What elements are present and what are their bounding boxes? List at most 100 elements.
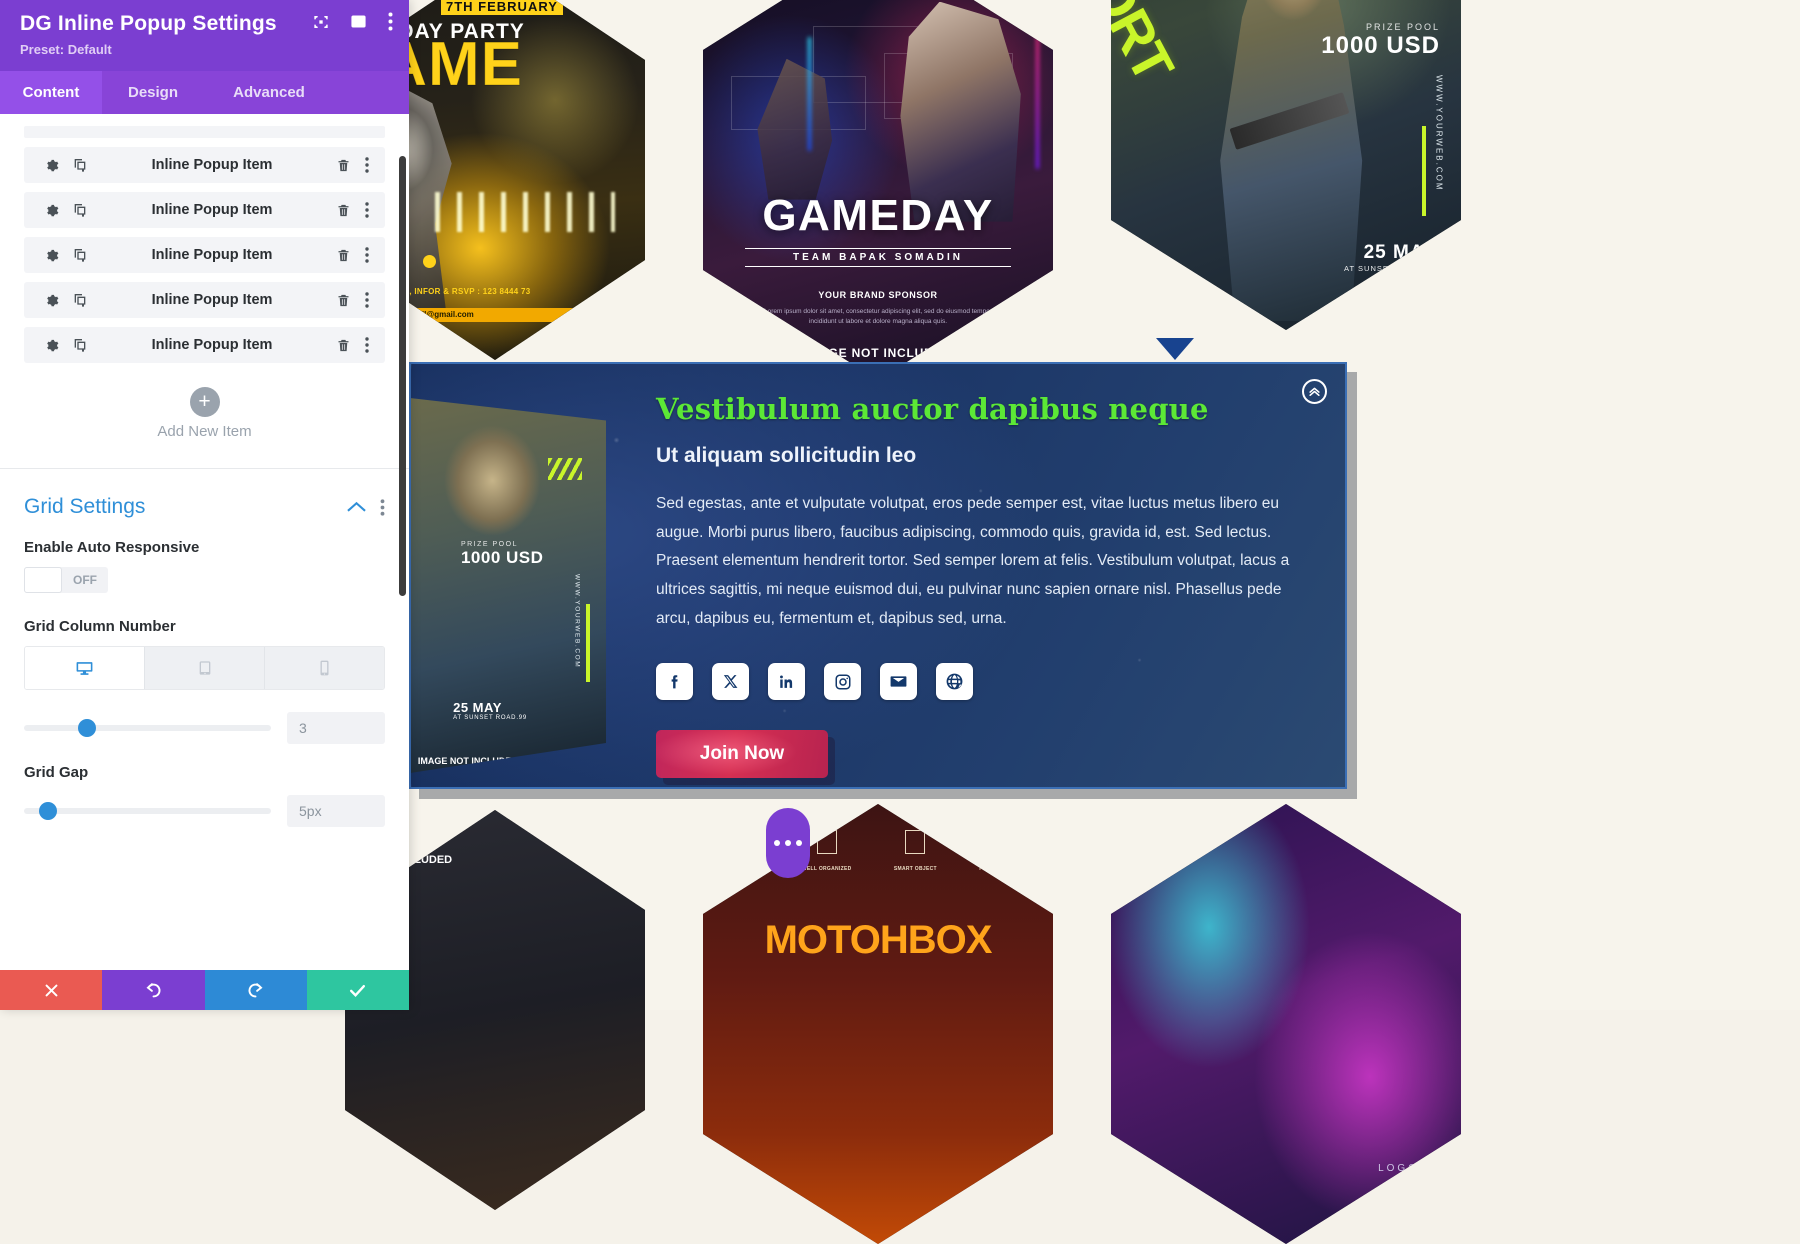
popup-social-links xyxy=(656,663,1305,700)
feature-label: SMART OBJECT xyxy=(894,866,937,872)
header-icon-group xyxy=(313,12,393,31)
poster-title: GAMEDAY xyxy=(703,191,1053,241)
poster-gameday[interactable]: BAPAK KENTANG GAMEDAY TEAM BAPAK SOMADIN… xyxy=(703,0,1053,380)
sidebar-action-bar xyxy=(0,970,409,1010)
auto-responsive-toggle[interactable]: OFF xyxy=(24,567,108,593)
poster-neon[interactable]: LOGO xyxy=(1111,804,1461,1244)
add-new-item-button[interactable]: + Add New Item xyxy=(0,387,409,440)
trash-icon[interactable] xyxy=(330,293,357,308)
save-button[interactable] xyxy=(307,970,409,1010)
gear-icon[interactable] xyxy=(37,157,66,174)
gear-icon[interactable] xyxy=(37,202,66,219)
email-icon[interactable] xyxy=(880,663,917,700)
device-tab-tablet[interactable] xyxy=(145,647,265,689)
duplicate-icon[interactable] xyxy=(66,247,94,263)
inline-popup-panel[interactable]: PRIZE POOL 1000 USD WWW.YOURWEB.COM 25 M… xyxy=(409,362,1347,789)
linkedin-icon[interactable] xyxy=(768,663,805,700)
sidebar-scroll-area: Inline Popup Item Inline Popup Item xyxy=(0,114,409,970)
event-date: 25 MAY xyxy=(1344,242,1436,264)
undo-button[interactable] xyxy=(102,970,204,1010)
popup-feature-image: PRIZE POOL 1000 USD WWW.YOURWEB.COM 25 M… xyxy=(410,398,606,773)
sidebar-tabs: Content Design Advanced xyxy=(0,71,409,114)
list-item-label: Inline Popup Item xyxy=(94,292,330,308)
gear-icon[interactable] xyxy=(37,337,66,354)
focus-icon[interactable] xyxy=(313,14,329,30)
scrollbar-thumb[interactable] xyxy=(399,156,406,596)
trash-icon[interactable] xyxy=(330,203,357,218)
list-item[interactable]: Inline Popup Item xyxy=(24,327,385,363)
trash-icon[interactable] xyxy=(330,158,357,173)
x-twitter-icon[interactable] xyxy=(712,663,749,700)
dot xyxy=(774,840,780,846)
kebab-menu-icon[interactable] xyxy=(366,499,385,516)
website-globe-icon[interactable] xyxy=(936,663,973,700)
instagram-icon[interactable] xyxy=(824,663,861,700)
feature-label: WELL ORGANIZED xyxy=(802,866,852,872)
feature-smartobject: SMART OBJECT xyxy=(894,830,937,875)
event-venue: AT SUNSET ROAD.99 xyxy=(453,715,527,721)
accent-stripes xyxy=(548,458,582,480)
double-chevron-up-icon[interactable] xyxy=(1302,379,1327,404)
gear-icon[interactable] xyxy=(37,292,66,309)
kebab-menu-icon[interactable] xyxy=(359,202,375,218)
tab-content[interactable]: Content xyxy=(0,71,102,114)
list-item-label: Inline Popup Item xyxy=(94,337,330,353)
join-now-button[interactable]: Join Now xyxy=(656,730,828,778)
field-auto-responsive: Enable Auto Responsive OFF xyxy=(0,519,409,598)
prize-value: 1000 USD xyxy=(461,548,543,568)
list-item[interactable]: Inline Popup Item xyxy=(24,282,385,318)
module-drag-handle[interactable] xyxy=(766,808,810,878)
trash-icon[interactable] xyxy=(330,338,357,353)
section-title: Grid Settings xyxy=(24,495,333,519)
field-grid-column-number: Grid Column Number xyxy=(0,598,409,744)
tab-design[interactable]: Design xyxy=(102,71,204,114)
grid-gap-input[interactable] xyxy=(287,795,385,827)
slider-thumb[interactable] xyxy=(78,719,96,737)
popup-heading: Vestibulum auctor dapibus neque xyxy=(656,392,1305,426)
kebab-menu-icon[interactable] xyxy=(388,12,393,31)
trash-icon[interactable] xyxy=(330,248,357,263)
preset-selector[interactable]: Preset: Default xyxy=(20,42,389,57)
list-item[interactable]: Inline Popup Item xyxy=(24,147,385,183)
toggle-state: OFF xyxy=(62,573,108,587)
item-row-partial[interactable] xyxy=(24,126,385,138)
gear-icon[interactable] xyxy=(37,247,66,264)
poster-url: WWW.YOURWEB.COM xyxy=(1435,75,1444,192)
tab-advanced[interactable]: Advanced xyxy=(204,71,334,114)
slider-track[interactable] xyxy=(24,725,271,731)
layout-columns-icon[interactable] xyxy=(350,13,367,30)
slider-thumb[interactable] xyxy=(39,802,57,820)
grid-column-number-input[interactable] xyxy=(287,712,385,744)
kebab-menu-icon[interactable] xyxy=(359,247,375,263)
sidebar-header: DG Inline Popup Settings Preset: Default xyxy=(0,0,409,71)
chevron-up-icon[interactable] xyxy=(333,501,366,514)
duplicate-icon[interactable] xyxy=(66,157,94,173)
feature-label: PSD FILES xyxy=(731,866,760,872)
list-item[interactable]: Inline Popup Item xyxy=(24,237,385,273)
kebab-menu-icon[interactable] xyxy=(359,292,375,308)
list-item-label: Inline Popup Item xyxy=(94,157,330,173)
duplicate-icon[interactable] xyxy=(66,292,94,308)
redo-button[interactable] xyxy=(205,970,307,1010)
list-item[interactable]: Inline Popup Item xyxy=(24,192,385,228)
facebook-icon[interactable] xyxy=(656,663,693,700)
duplicate-icon[interactable] xyxy=(66,337,94,353)
poster-motorbox[interactable]: PSD FILES WELL ORGANIZED SMART OBJECT FU… xyxy=(703,804,1053,1244)
list-item-label: Inline Popup Item xyxy=(94,202,330,218)
poster-wordmark: ESPORT xyxy=(1111,0,1178,88)
accent-bracket xyxy=(1422,126,1426,216)
device-tab-desktop[interactable] xyxy=(25,647,145,689)
poster-esport[interactable]: ESPORT PRIZE POOL 1000 USD WWW.YOURWEB.C… xyxy=(1111,0,1461,330)
device-tab-phone[interactable] xyxy=(265,647,384,689)
cancel-button[interactable] xyxy=(0,970,102,1010)
duplicate-icon[interactable] xyxy=(66,202,94,218)
stadium-lights xyxy=(435,192,615,232)
image-url-text: WWW.YOURWEB.COM xyxy=(574,574,581,668)
slider-track[interactable] xyxy=(24,808,271,814)
kebab-menu-icon[interactable] xyxy=(359,157,375,173)
field-label: Grid Column Number xyxy=(24,618,385,635)
grid-settings-header[interactable]: Grid Settings xyxy=(0,469,409,519)
kebab-menu-icon[interactable] xyxy=(359,337,375,353)
neon-streak-blue xyxy=(808,37,811,151)
poster-date-badge: 7TH FEBRUARY xyxy=(441,0,563,15)
